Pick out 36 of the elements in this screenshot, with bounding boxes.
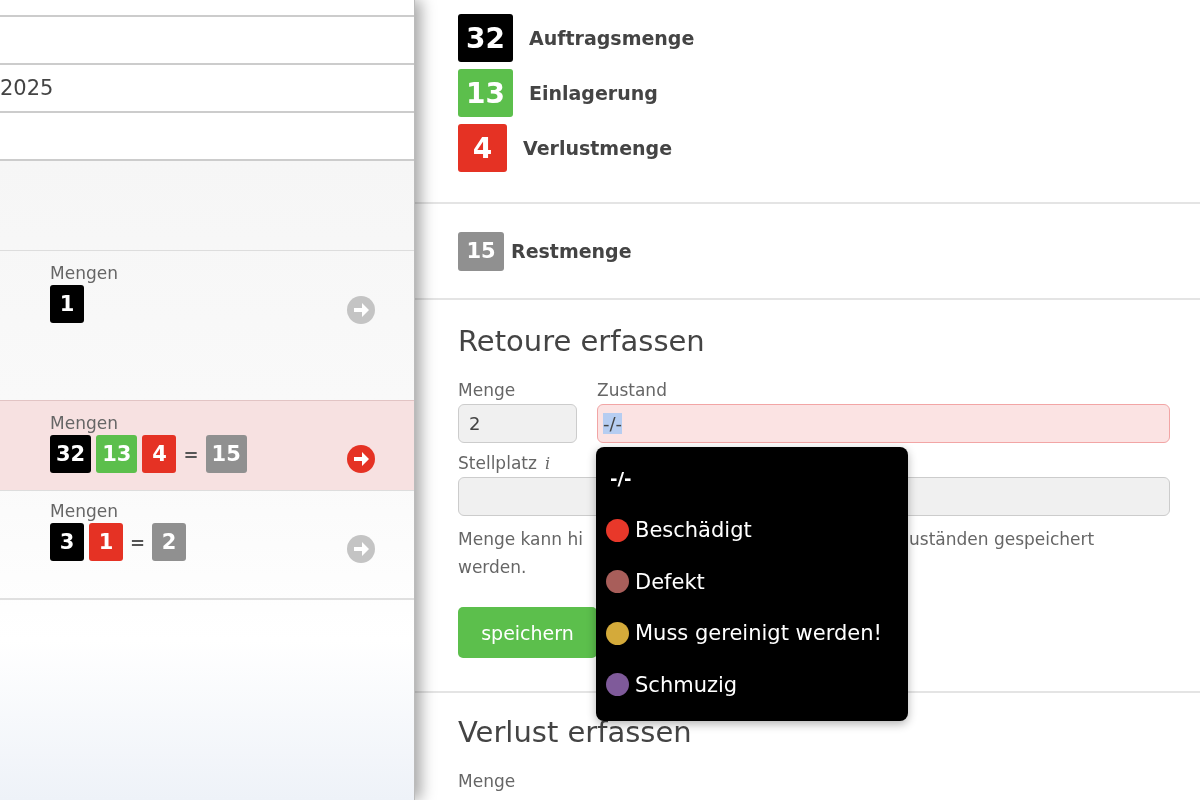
quantity-badge: 13 xyxy=(458,69,513,117)
quantity-badge: 4 xyxy=(458,124,507,172)
option-label: Schmuzig xyxy=(635,672,738,697)
quantity-label: Restmenge xyxy=(511,240,632,262)
equals-sign: = xyxy=(129,531,147,553)
field-label: Stellplatz xyxy=(458,453,537,475)
date-value: 2025 xyxy=(0,76,54,100)
equals-sign: = xyxy=(182,443,200,465)
quantity-badge: 3 xyxy=(50,523,84,561)
option-label: Muss gereinigt werden! xyxy=(635,621,882,646)
quantity-badge: 2 xyxy=(152,523,187,561)
quantity-badge: 15 xyxy=(458,231,504,271)
quantity-badge: 32 xyxy=(50,435,92,473)
quantity-label: Verlustmenge xyxy=(523,137,673,159)
option-label: -/- xyxy=(610,468,632,490)
quantity-label: Mengen xyxy=(50,413,119,433)
option-label: Defekt xyxy=(635,569,705,594)
section-title: Retoure erfassen xyxy=(458,324,706,358)
quantity-label: Mengen xyxy=(50,263,118,283)
hint-text: uständen gespeichert xyxy=(909,528,1095,551)
hint-text: Menge kann hi xyxy=(458,528,583,551)
quantity-badge: 1 xyxy=(50,285,84,323)
quantity-badge: 1 xyxy=(89,523,123,561)
section-title: Verlust erfassen xyxy=(458,715,693,749)
quantity-badge: 4 xyxy=(142,435,177,473)
quantity-badge: 32 xyxy=(458,14,513,62)
quantity-badge: 15 xyxy=(205,435,247,473)
field-label: Menge xyxy=(458,380,517,402)
quantity-label: Einlagerung xyxy=(528,82,658,104)
field-label: Menge xyxy=(458,771,517,793)
hint-text: werden. xyxy=(458,556,527,579)
field-label: Zustand xyxy=(597,380,668,402)
quantity-label: Auftragsmenge xyxy=(528,27,695,49)
quantity-badge: 13 xyxy=(96,435,138,473)
option-label: Beschädigt xyxy=(635,518,752,543)
quantity-label: Mengen xyxy=(50,501,119,521)
